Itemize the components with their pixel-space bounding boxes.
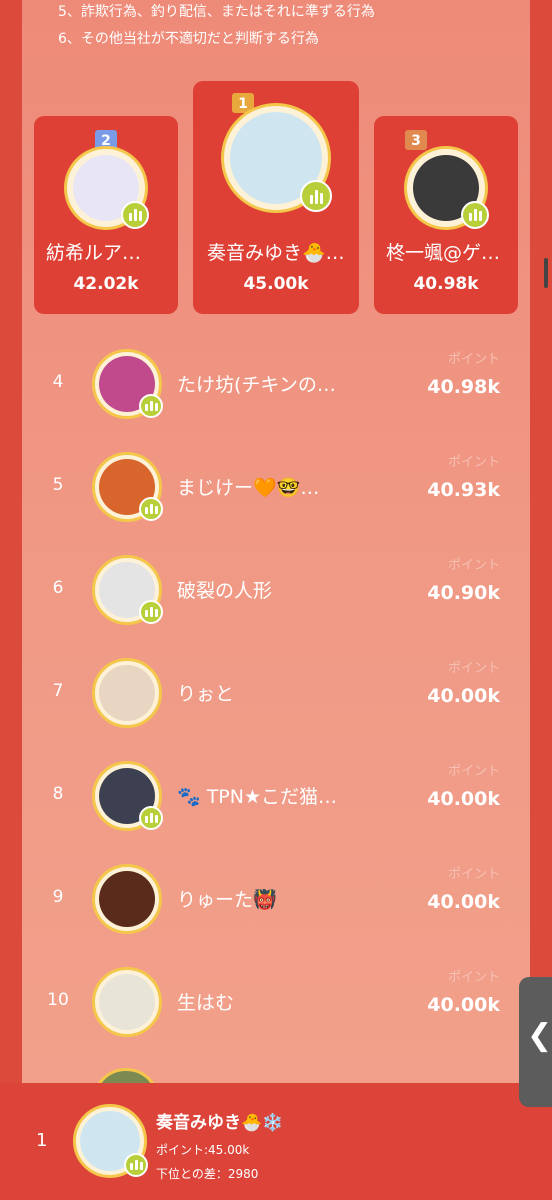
live-badge-icon [461,201,489,229]
row-points-value: 40.00k [427,788,500,810]
top-card-rank-1[interactable]: 1 奏音みゆき🐣… 45.00k [193,81,359,314]
row-name: りゅーた👹 [177,889,277,911]
top-card-score: 42.02k [73,274,139,294]
row-rank: 9 [52,887,64,907]
live-badge-icon [139,600,163,624]
rule-5: 5、詐欺行為、釣り配信、またはそれに準ずる行為 [58,4,375,20]
row-name: 破裂の人形 [177,580,273,602]
top-card-rank-3[interactable]: 3 柊一颯@ゲ… 40.98k [374,116,518,314]
top-card-score: 45.00k [243,274,309,294]
avatar [92,864,162,934]
live-badge-icon [139,497,163,521]
avatar [92,658,162,728]
ranking-row[interactable]: 6 破裂の人形 ポイント 40.90k [22,538,530,641]
row-points-value: 40.00k [427,685,500,707]
ranking-row[interactable]: 10 生はむ ポイント 40.00k [22,950,530,1053]
top-card-score: 40.98k [413,274,479,294]
live-badge-icon [139,806,163,830]
avatar [92,452,163,522]
avatar [92,761,163,831]
row-rank: 4 [52,372,64,392]
live-badge-icon [300,180,332,212]
row-name: たけ坊(チキンの… [177,374,336,396]
row-points-value: 40.98k [427,376,500,398]
avatar-image [99,871,155,927]
live-badge-icon [121,201,149,229]
my-rank-bar[interactable]: 1 奏音みゆき🐣❄️ ポイント:45.00k 下位との差：2980 [0,1083,552,1200]
row-name: りぉと [177,683,235,705]
row-name: 生はむ [177,992,235,1014]
top-card-name: 奏音みゆき🐣… [207,242,345,264]
row-rank: 6 [52,578,64,598]
row-rank: 10 [47,990,69,1010]
ranking-row[interactable]: 5 まじけー🧡🤓… ポイント 40.93k [22,435,530,538]
row-points-value: 40.00k [427,891,500,913]
avatar-image [99,665,155,721]
avatar-image [99,974,155,1030]
row-points-label: ポイント [447,352,500,367]
row-points-label: ポイント [447,558,500,573]
ranking-row[interactable]: 7 りぉと ポイント 40.00k [22,641,530,744]
top-card-name: 柊一颯@ゲ… [386,242,501,264]
scrollbar[interactable] [544,258,548,288]
row-rank: 5 [52,475,64,495]
ranking-row[interactable]: 8 🐾 TPN★こだ猫… ポイント 40.00k [22,744,530,847]
avatar [92,555,163,625]
row-points-label: ポイント [447,661,500,676]
ranking-row[interactable]: 9 りゅーた👹 ポイント 40.00k [22,847,530,950]
side-panel-toggle-button[interactable]: ❮ [519,977,552,1107]
row-rank: 7 [52,681,64,701]
row-points-value: 40.00k [427,994,500,1016]
avatar [92,967,162,1037]
row-points-label: ポイント [447,455,500,470]
live-badge-icon [139,394,163,418]
row-name: まじけー🧡🤓… [177,477,320,499]
row-points-label: ポイント [447,970,500,985]
row-points-value: 40.90k [427,582,500,604]
avatar [221,103,332,213]
row-rank: 8 [52,784,64,804]
avatar [92,349,163,419]
my-avatar [73,1104,148,1178]
avatar [64,146,149,230]
top-card-name: 紡希ルア… [46,242,142,264]
my-rank: 1 [36,1130,48,1151]
top-card-rank-2[interactable]: 2 紡希ルア… 42.02k [34,116,178,314]
row-name: 🐾 TPN★こだ猫… [177,786,338,808]
my-points: ポイント:45.00k [156,1143,250,1157]
ranking-row[interactable]: 4 たけ坊(チキンの… ポイント 40.98k [22,332,530,435]
row-points-value: 40.93k [427,479,500,501]
row-points-label: ポイント [447,764,500,779]
avatar [404,146,489,230]
my-diff: 下位との差：2980 [156,1167,259,1181]
chevron-left-icon: ❮ [527,1018,552,1053]
my-name: 奏音みゆき🐣❄️ [156,1113,284,1133]
rule-6: 6、その他当社が不適切だと判断する行為 [58,31,319,47]
live-badge-icon [124,1153,148,1177]
row-points-label: ポイント [447,867,500,882]
